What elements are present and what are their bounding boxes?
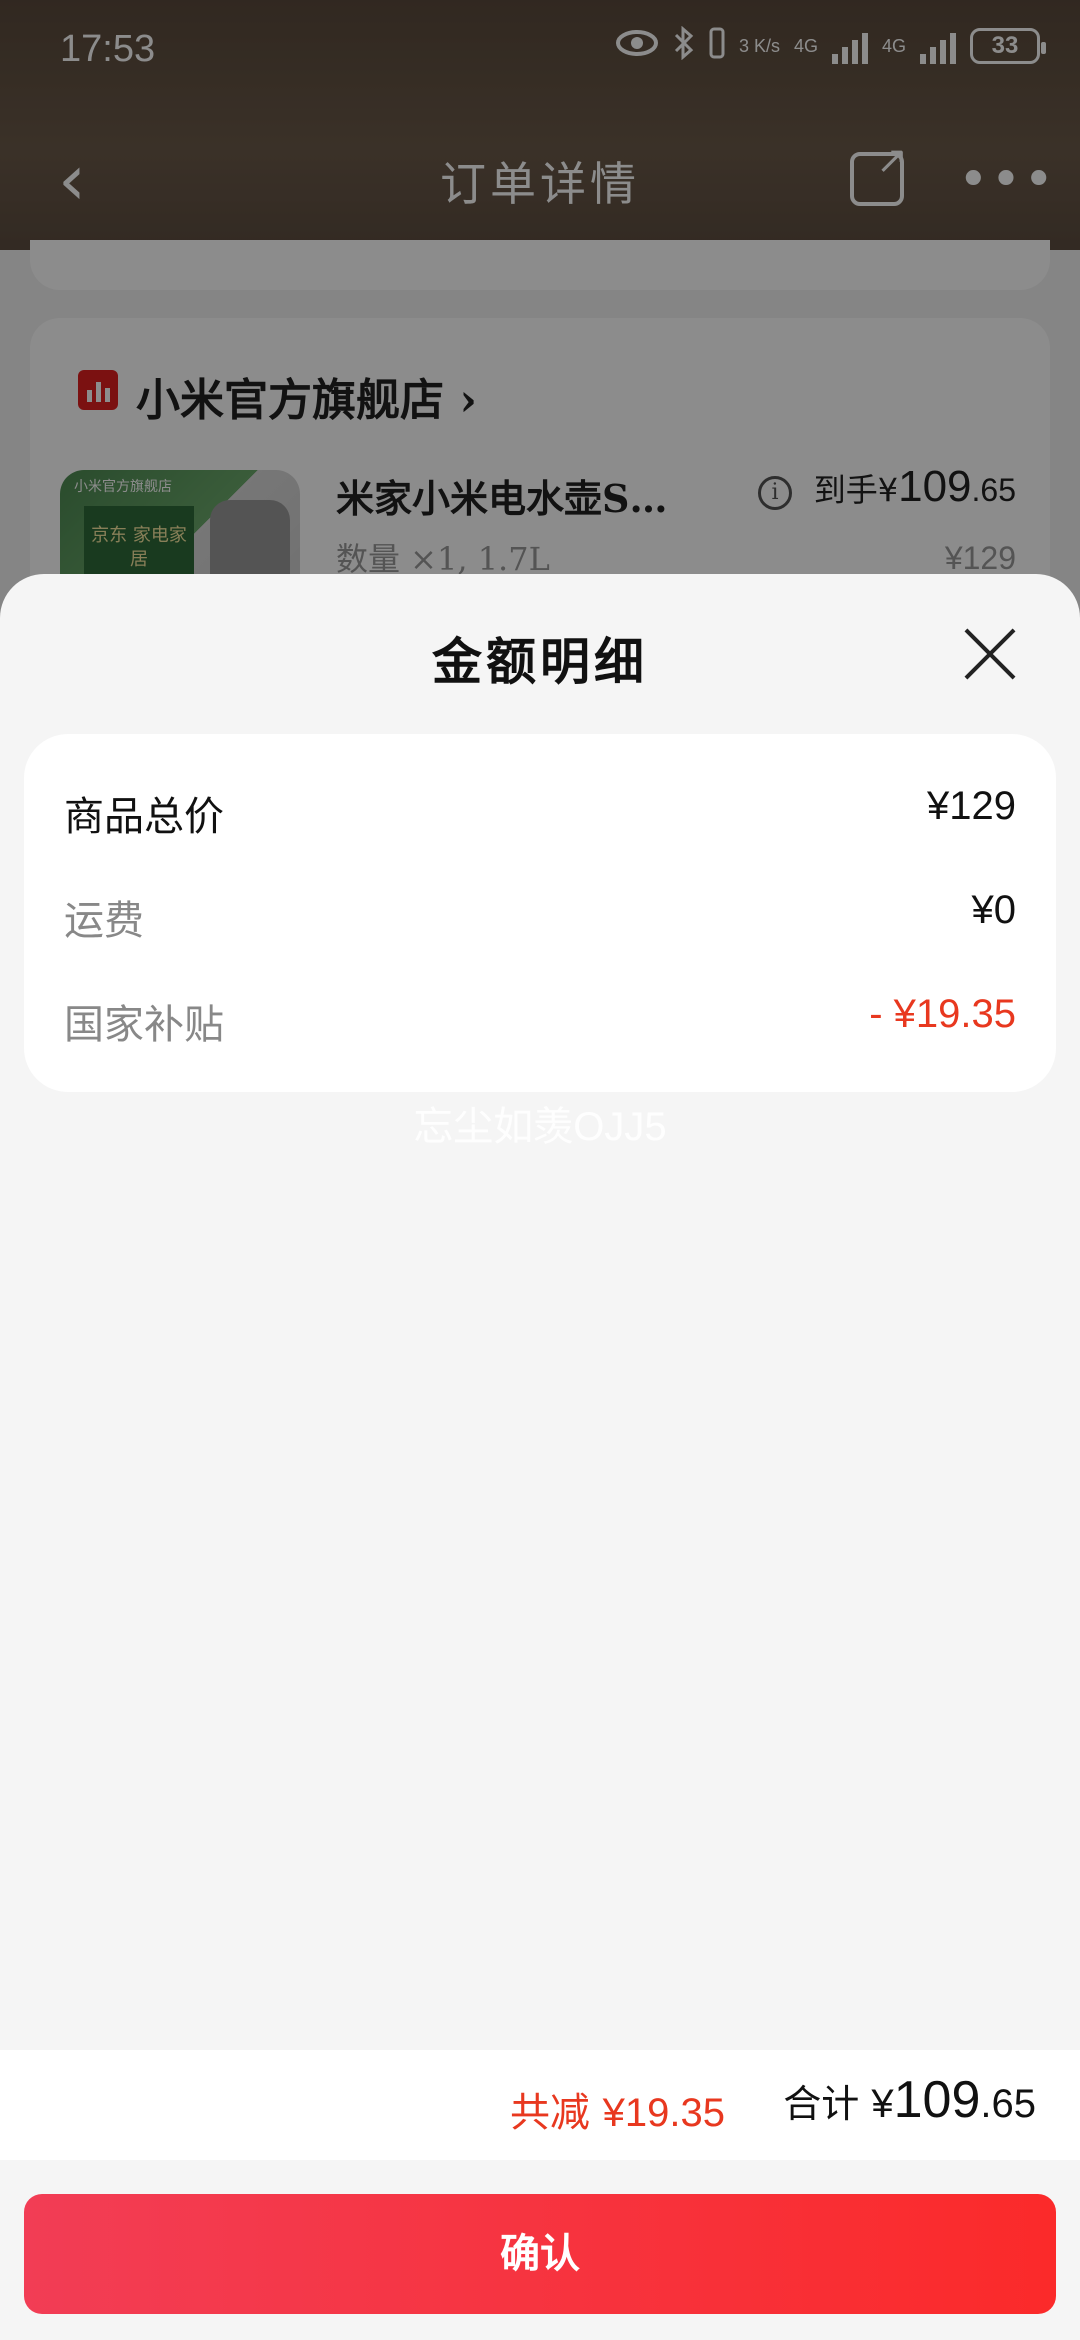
watermark: 忘尘如羡OJJ5 [413, 1105, 667, 1149]
amount-row-shipping: 运费 ¥0 [64, 888, 1016, 948]
discount-label: 共减 [509, 2090, 590, 2136]
row-label: 运费 [64, 898, 144, 944]
row-label: 商品总价 [64, 794, 224, 840]
sum-dec: .65 [980, 2082, 1036, 2126]
total-sum: 合计 ¥109.65 [783, 2070, 1036, 2130]
sum-yen: ¥ [871, 2082, 894, 2126]
sheet-title: 金额明细 [432, 632, 648, 691]
amount-card: 商品总价 ¥129 运费 ¥0 国家补贴 - ¥19.35 [24, 734, 1056, 1092]
row-value: ¥129 [927, 784, 1016, 828]
amount-row-subsidy: 国家补贴 - ¥19.35 [64, 992, 1016, 1052]
discount-value: ¥19.35 [602, 2091, 725, 2135]
row-value: - ¥19.35 [869, 992, 1016, 1036]
amount-detail-sheet: 金额明细 商品总价 ¥129 运费 ¥0 国家补贴 - ¥19.35 忘尘如羡O… [0, 574, 1080, 2340]
sum-label: 合计 [783, 2082, 860, 2126]
row-label: 国家补贴 [64, 1002, 224, 1048]
row-value: ¥0 [971, 888, 1017, 932]
confirm-button[interactable]: 确认 [24, 2194, 1056, 2314]
close-icon[interactable] [960, 624, 1020, 684]
amount-row-goods-total: 商品总价 ¥129 [64, 784, 1016, 844]
sum-int: 109 [893, 2071, 981, 2129]
total-bar: 共减 ¥19.35 合计 ¥109.65 [0, 2050, 1080, 2160]
total-discount: 共减 ¥19.35 [510, 2080, 725, 2138]
